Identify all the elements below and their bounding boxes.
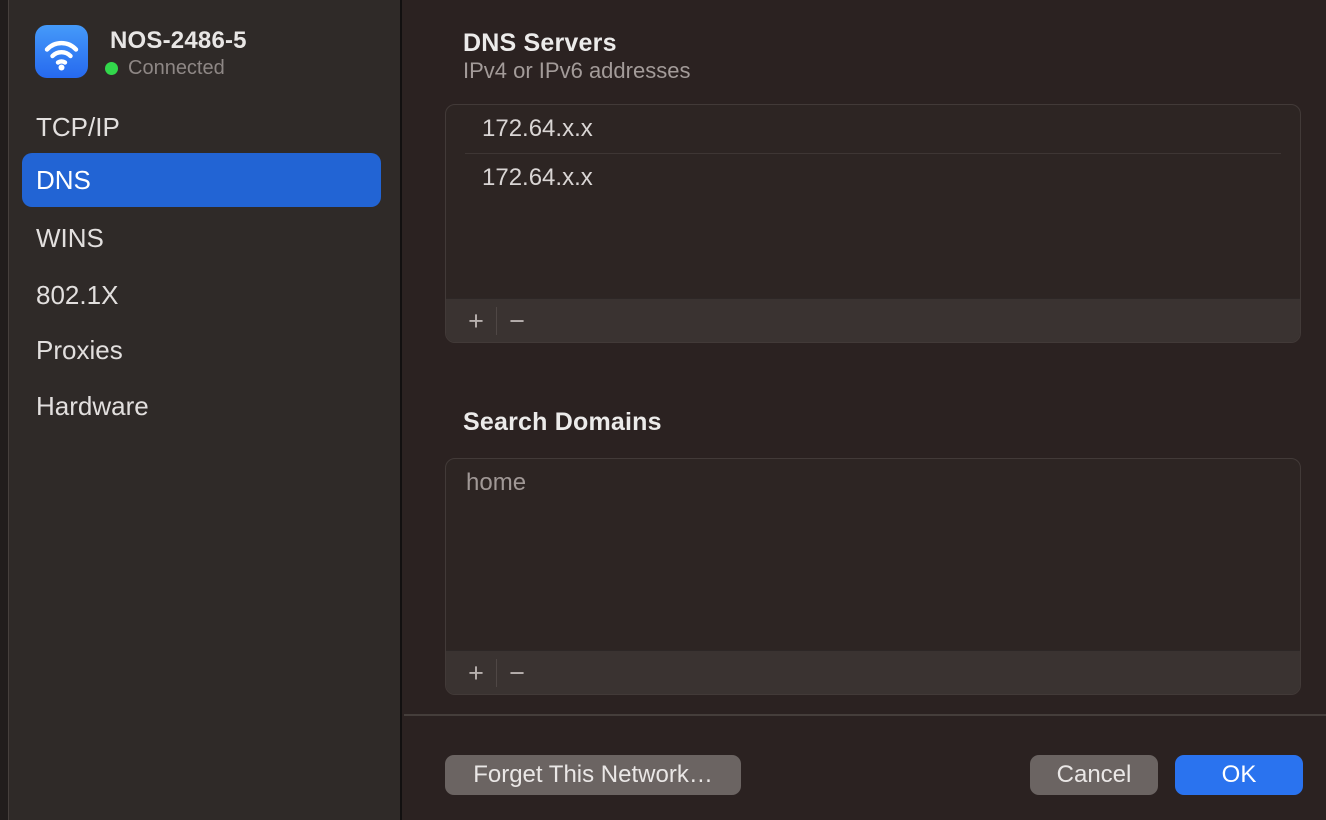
wifi-icon <box>35 25 88 78</box>
sidebar-item-label: TCP/IP <box>36 112 120 143</box>
dns-servers-title: DNS Servers <box>463 29 617 58</box>
sidebar-item-label: Proxies <box>36 335 123 366</box>
window-edge <box>0 0 9 820</box>
add-search-domain-button[interactable]: + <box>456 651 496 695</box>
content-pane: DNS Servers IPv4 or IPv6 addresses 172.6… <box>404 0 1326 820</box>
search-domain-row[interactable]: home <box>446 459 1300 507</box>
search-domains-listbox: home + − <box>445 458 1301 695</box>
sidebar-item-label: 802.1X <box>36 280 118 311</box>
connection-status-label: Connected <box>128 57 225 80</box>
ok-button[interactable]: OK <box>1175 755 1303 795</box>
remove-dns-server-button[interactable]: − <box>497 299 537 343</box>
remove-search-domain-button[interactable]: − <box>497 651 537 695</box>
connection-status: Connected <box>105 57 225 80</box>
network-name: NOS-2486-5 <box>110 27 247 55</box>
dns-server-row[interactable]: 172.64.x.x <box>446 154 1300 202</box>
sidebar-item-proxies[interactable]: Proxies <box>22 323 381 377</box>
search-domain-value: home <box>466 469 526 497</box>
dns-server-value: 172.64.x.x <box>482 115 593 143</box>
sidebar: NOS-2486-5 Connected TCP/IP DNS WINS 802… <box>9 0 402 820</box>
dns-servers-listbox: 172.64.x.x 172.64.x.x + − <box>445 104 1301 343</box>
search-domains-title: Search Domains <box>463 408 662 437</box>
sidebar-item-hardware[interactable]: Hardware <box>22 379 381 433</box>
dns-server-value: 172.64.x.x <box>482 164 593 192</box>
sidebar-item-label: Hardware <box>36 391 149 422</box>
add-dns-server-button[interactable]: + <box>456 299 496 343</box>
sidebar-item-dns[interactable]: DNS <box>22 153 381 207</box>
connected-dot-icon <box>105 62 118 75</box>
cancel-button[interactable]: Cancel <box>1030 755 1158 795</box>
dns-servers-subtitle: IPv4 or IPv6 addresses <box>463 58 690 84</box>
footer-divider <box>404 714 1326 716</box>
sidebar-item-wins[interactable]: WINS <box>22 211 381 265</box>
sidebar-item-label: DNS <box>36 165 91 196</box>
forget-network-button[interactable]: Forget This Network… <box>445 755 741 795</box>
sidebar-item-tcpip[interactable]: TCP/IP <box>22 100 381 154</box>
dns-server-row[interactable]: 172.64.x.x <box>446 105 1300 153</box>
search-domains-toolbar: + − <box>446 650 1300 694</box>
sidebar-item-label: WINS <box>36 223 104 254</box>
network-details-sheet: NOS-2486-5 Connected TCP/IP DNS WINS 802… <box>0 0 1326 820</box>
dns-servers-toolbar: + − <box>446 298 1300 342</box>
sidebar-item-8021x[interactable]: 802.1X <box>22 268 381 322</box>
